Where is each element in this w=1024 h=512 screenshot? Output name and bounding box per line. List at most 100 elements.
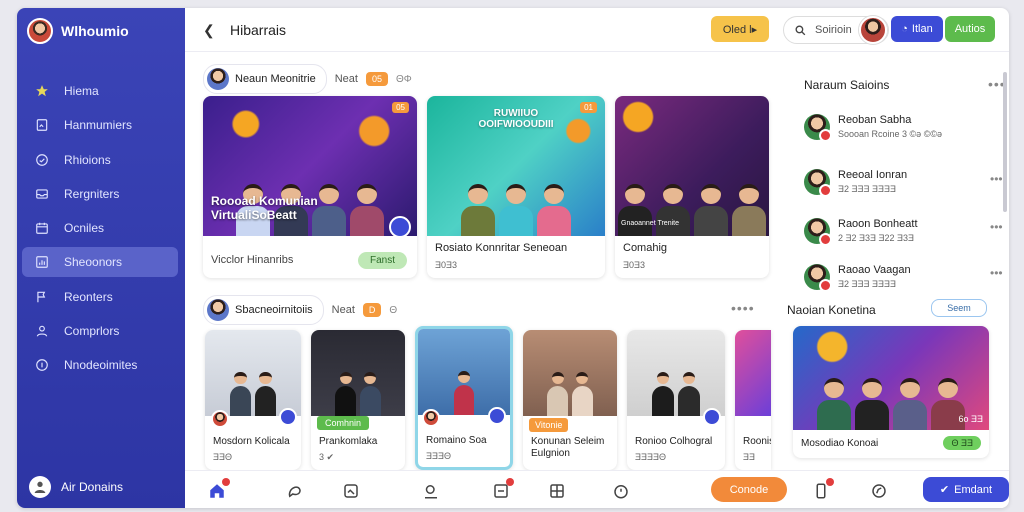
card-pill[interactable]: Θ ƎƎ [943, 436, 981, 450]
row2-card-6[interactable]: Roonis ƎƎ [735, 330, 771, 470]
sidebar-item-label: Sheoonors [64, 255, 123, 270]
sidebar-item-rhioions[interactable]: Rhioions [22, 145, 178, 175]
chat-icon[interactable] [285, 481, 305, 501]
contact-name: Reeoal Ionran [838, 169, 908, 181]
header-green-button[interactable]: Autios [945, 16, 995, 42]
section1-name: Neaun Meonitrie [235, 73, 316, 85]
search-people-icon[interactable] [421, 481, 441, 501]
featured-card-1[interactable]: Roooad Komunian VirtualiSoBeatt 05 Viccl… [203, 96, 417, 278]
phone-icon[interactable] [811, 478, 834, 501]
brand-avatar [27, 18, 53, 44]
card-action-icon[interactable] [703, 408, 721, 426]
flag-icon [34, 289, 50, 305]
row2-card-2[interactable]: Comhnin Prankomlaka 3 ✔ [311, 330, 405, 470]
card-overlay-top: RUWIIUO OOIFWIOOUDIII [478, 108, 554, 130]
sidebar-item-label: Comprlors [64, 324, 120, 339]
card-caption: Mosodiao Konoai [801, 438, 879, 449]
contact-more-icon[interactable]: ••• [990, 266, 1003, 280]
header-blue-label: Itlan [911, 23, 933, 35]
sidebar-nav: Hiema Hanmumiers Rhioions Rergniters Ocn… [22, 76, 178, 385]
section2-avatar [207, 299, 229, 321]
card-sub: ƎƎ [743, 452, 756, 462]
row2-card-3[interactable]: Romaino Soa ƎƎƎΘ [415, 326, 513, 470]
bottom-blue-button[interactable]: ✔ Emdant [923, 477, 1009, 502]
compass-icon[interactable] [869, 481, 889, 501]
sidebar-item-ocniles[interactable]: Ocniles [22, 213, 178, 243]
contact-item[interactable]: Raoon Bonheatt 2 Ǝ2 Ǝ3Ǝ Ǝ22 Ǝ3Ǝ [804, 218, 918, 246]
sidebar-item-reonters[interactable]: Reonters [22, 282, 178, 312]
header-blue-button[interactable]: ◔ Itlan [891, 16, 943, 42]
card-image [523, 330, 617, 416]
featured-card-2[interactable]: RUWIIUO OOIFWIOOUDIII 01 Rosiato Konnrit… [427, 96, 605, 278]
section2-header: Sbacneoirnitoiis Neat D Θ [203, 295, 397, 325]
brand[interactable]: Wlhoumio [27, 18, 129, 44]
info-icon [34, 357, 50, 373]
timer-icon[interactable] [611, 481, 631, 501]
inbox-icon[interactable] [491, 478, 514, 501]
sidebar-user[interactable]: Air Donains [29, 476, 123, 498]
contact-item[interactable]: Reoban Sabha Soooan Rcoine 3 ©ǝ ©©ǝ [804, 114, 942, 142]
bottom-orange-button[interactable]: Conode [711, 477, 787, 502]
section1-badge: 05 [365, 72, 388, 86]
section2-pill[interactable]: Sbacneoirnitoiis [203, 295, 324, 325]
sidebar-item-comprlors[interactable]: Comprlors [22, 316, 178, 346]
page-title: Hibarrais [230, 22, 287, 38]
right-panel-see-button[interactable]: Seem [931, 299, 987, 317]
card-caption: Mosdorn Kolicala [213, 436, 290, 447]
section1-next[interactable]: Neat [335, 73, 358, 85]
row2-card-5[interactable]: Ronioo Colhogral ƎƎƎƎΘ [627, 330, 725, 470]
card-image: Roooad Komunian VirtualiSoBeatt 05 [203, 96, 417, 238]
card-caption: Rosiato Konnritar Seneoan [435, 242, 568, 254]
card-overlay-title: Roooad Komunian VirtualiSoBeatt [211, 194, 318, 223]
sidebar-item-sheoonors[interactable]: Sheoonors [22, 247, 178, 278]
people-illustration [627, 352, 725, 416]
card-image: 6o ƎƎ [793, 326, 989, 430]
contact-item[interactable]: Reeoal Ionran Ǝ2 ƎƎƎ ƎƎƎƎ [804, 169, 908, 197]
sidebar-user-name: Air Donains [61, 480, 124, 494]
card-image [627, 330, 725, 416]
section2-more-icon[interactable]: •••• [731, 300, 755, 316]
people-illustration [427, 131, 605, 236]
header-avatar[interactable] [859, 16, 887, 44]
people-illustration [418, 351, 510, 415]
card-action-icon[interactable] [279, 408, 297, 426]
card-action-icon[interactable] [488, 407, 506, 425]
card-caption: Roonis [743, 436, 771, 447]
notification-dot [826, 478, 834, 486]
people-illustration [523, 352, 617, 416]
home-icon[interactable] [207, 478, 230, 501]
card-action-icon[interactable] [389, 216, 411, 238]
sidebar-item-rergniters[interactable]: Rergniters [22, 179, 178, 209]
section2-extra: Θ [389, 304, 398, 316]
card-image [205, 330, 301, 416]
contact-item[interactable]: Raoao Vaagan Ǝ2 ƎƎƎ ƎƎƎƎ [804, 264, 911, 292]
row2-card-1[interactable]: Mosdorn Kolicala ƎƎΘ [205, 330, 301, 470]
card-tag: 05 [392, 102, 409, 113]
clock-icon [34, 152, 50, 168]
section2-next[interactable]: Neat [332, 304, 355, 316]
featured-card-3[interactable]: Gnaoannet Trenite Comahig Ǝ0Ǝ3 [615, 96, 769, 278]
sidebar-item-nnodeoimites[interactable]: Nnodeoimites [22, 350, 178, 380]
section2-badge: D [362, 303, 382, 317]
card-image: RUWIIUO OOIFWIOOUDIII 01 [427, 96, 605, 236]
right-panel-scrollbar[interactable] [1003, 72, 1007, 212]
people-illustration [205, 352, 301, 416]
sidebar-item-hiema[interactable]: Hiema [22, 76, 178, 106]
card-avatar [422, 409, 440, 427]
contact-more-icon[interactable]: ••• [990, 172, 1003, 186]
gallery-icon[interactable] [341, 481, 361, 501]
row2-card-4[interactable]: Vitonie Konunan Seleim Eulgnion [523, 330, 617, 470]
people-illustration [311, 352, 405, 416]
right-featured-card[interactable]: 6o ƎƎ Mosodiao Konoai Θ ƎƎ [793, 326, 989, 458]
section1-pill[interactable]: Neaun Meonitrie [203, 64, 327, 94]
card-green-button[interactable]: Fanst [357, 252, 407, 269]
contact-more-icon[interactable]: ••• [990, 220, 1003, 234]
back-arrow-icon[interactable]: ❮ [203, 22, 215, 39]
card-caption: Ronioo Colhogral [635, 436, 713, 447]
sidebar: Wlhoumio Hiema Hanmumiers Rhioions Rergn… [17, 8, 185, 508]
grid-icon[interactable] [547, 481, 567, 501]
header-yellow-button[interactable]: Oled l▸ [711, 16, 769, 42]
sidebar-item-hanmumiers[interactable]: Hanmumiers [22, 110, 178, 140]
toggle-icon: ◔ [901, 23, 908, 35]
contact-name: Reoban Sabha [838, 114, 912, 126]
